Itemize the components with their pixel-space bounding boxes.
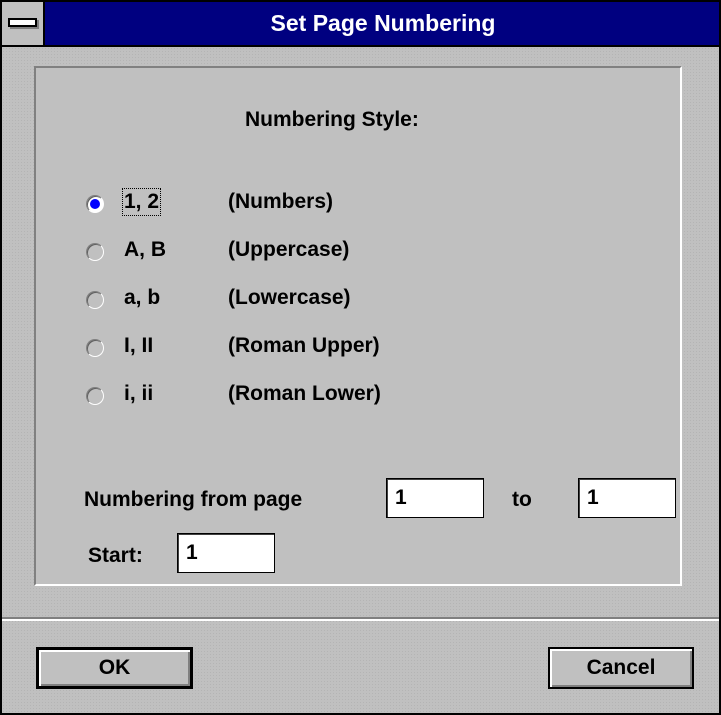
radio-option-value: i, ii: [124, 382, 154, 405]
radio-option-roman-lower[interactable]: i, ii (Roman Lower): [86, 378, 486, 412]
button-area-separator: [2, 617, 719, 621]
radio-button-icon[interactable]: [86, 339, 104, 357]
ok-button[interactable]: OK: [36, 647, 193, 689]
window-title: Set Page Numbering: [270, 10, 496, 36]
title-bar[interactable]: Set Page Numbering: [2, 2, 719, 47]
radio-option-lowercase[interactable]: a, b (Lowercase): [86, 282, 486, 316]
to-page-input[interactable]: 1: [578, 478, 676, 518]
radio-option-description: (Roman Upper): [228, 334, 380, 357]
numbering-style-heading: Numbering Style:: [245, 108, 419, 131]
system-menu-icon: [8, 18, 37, 27]
radio-option-value: a, b: [124, 286, 161, 309]
radio-button-checked-icon[interactable]: [86, 195, 104, 213]
radio-button-icon[interactable]: [86, 291, 104, 309]
start-input[interactable]: 1: [177, 533, 275, 573]
numbering-panel: Numbering Style: 1, 2 (Numbers) A, B (Up…: [34, 66, 682, 586]
cancel-button[interactable]: Cancel: [548, 647, 694, 689]
radio-option-value: A, B: [124, 238, 166, 261]
radio-option-uppercase[interactable]: A, B (Uppercase): [86, 234, 486, 268]
radio-option-description: (Lowercase): [228, 286, 351, 309]
radio-option-roman-upper[interactable]: I, II (Roman Upper): [86, 330, 486, 364]
radio-button-icon[interactable]: [86, 387, 104, 405]
set-page-numbering-dialog: Set Page Numbering Numbering Style: 1, 2…: [0, 0, 721, 715]
system-menu-button[interactable]: [2, 2, 45, 45]
radio-button-icon[interactable]: [86, 243, 104, 261]
from-page-input[interactable]: 1: [386, 478, 484, 518]
numbering-from-page-label: Numbering from page: [84, 488, 303, 511]
radio-option-description: (Uppercase): [228, 238, 350, 261]
radio-option-description: (Roman Lower): [228, 382, 381, 405]
to-label: to: [512, 488, 532, 511]
radio-option-description: (Numbers): [228, 190, 334, 213]
radio-option-value: 1, 2: [121, 188, 162, 216]
start-label: Start:: [88, 544, 143, 567]
radio-option-numbers[interactable]: 1, 2 (Numbers): [86, 186, 486, 220]
radio-option-value: I, II: [124, 334, 154, 357]
